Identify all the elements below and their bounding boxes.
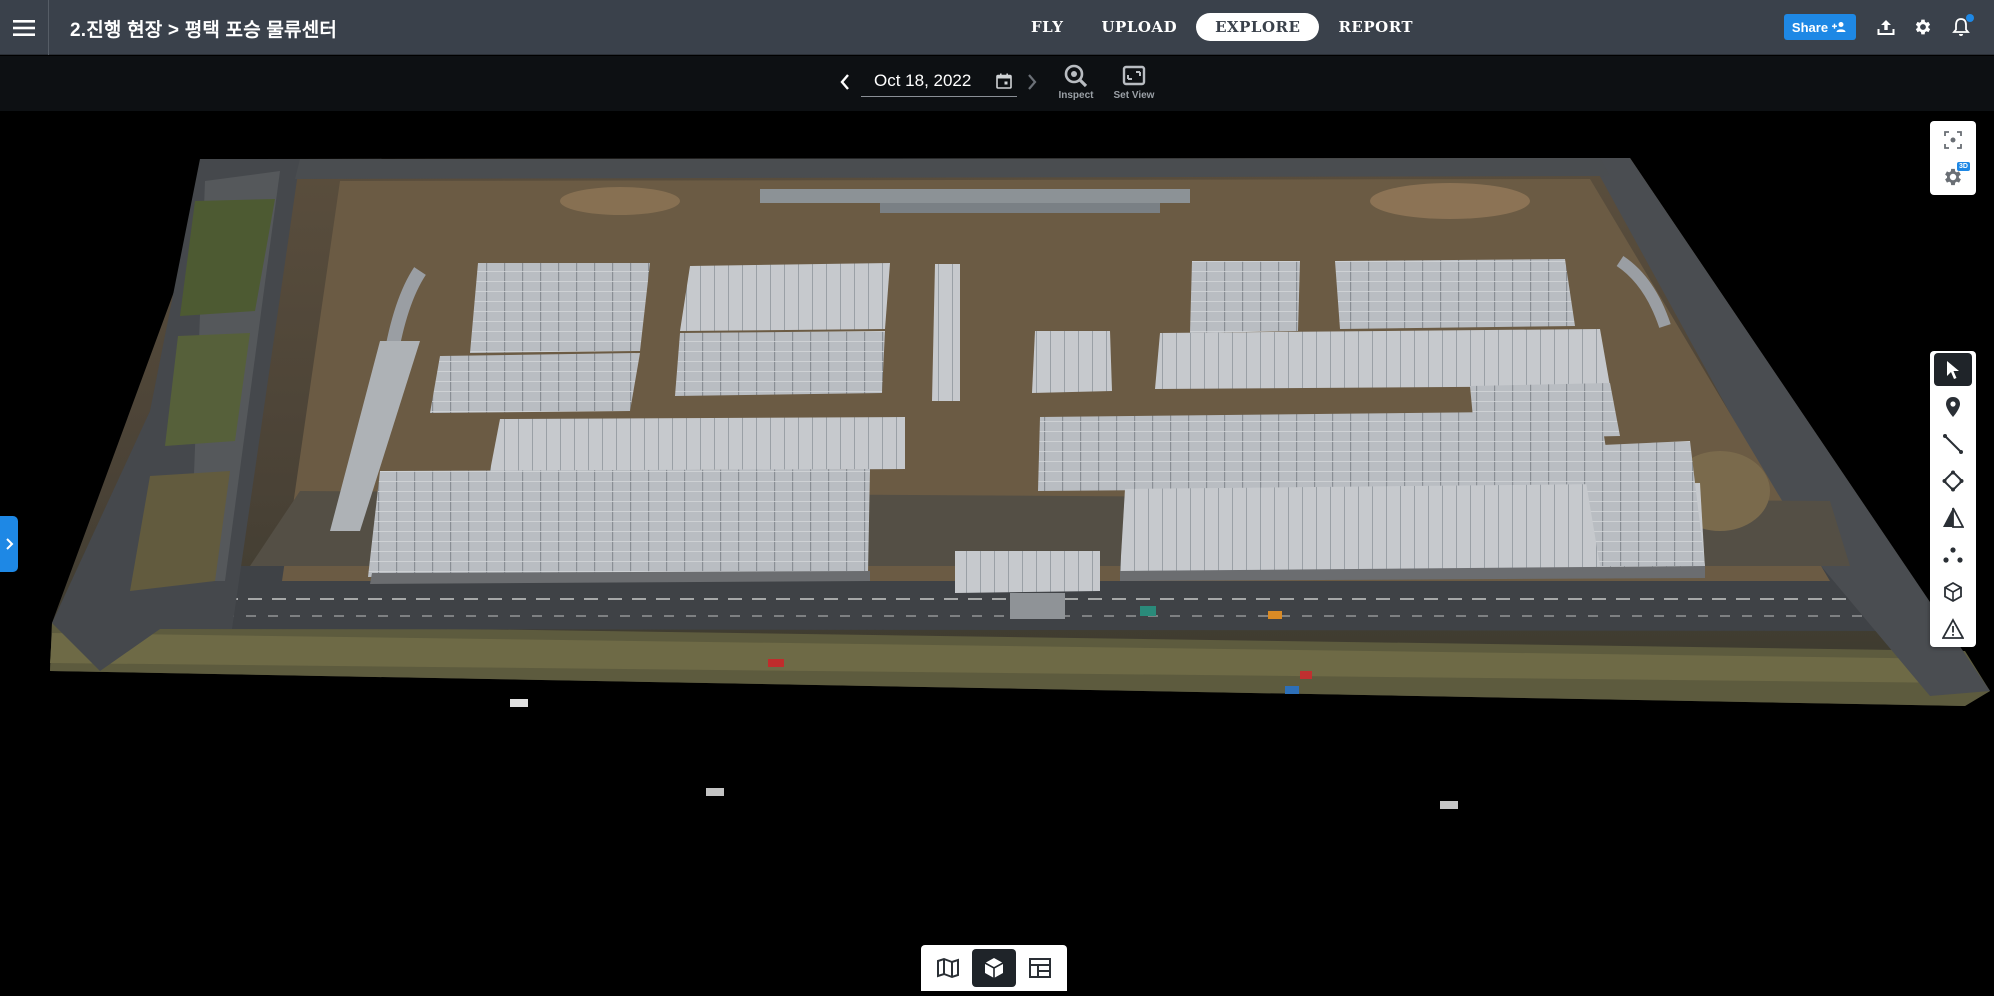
add-people-icon <box>1832 22 1846 32</box>
inspect-label: Inspect <box>1058 90 1094 101</box>
set-view-label: Set View <box>1113 90 1155 101</box>
aerial-site-model-image[interactable] <box>0 111 1994 991</box>
breadcrumb[interactable]: 2.진행 현장 > 평택 포승 물류센터 <box>70 15 337 42</box>
settings-3d-icon[interactable]: 3D <box>1930 158 1976 195</box>
nav-report[interactable]: REPORT <box>1319 13 1432 41</box>
view-tools-panel: 3D <box>1930 121 1976 195</box>
model-viewport[interactable] <box>0 111 1994 991</box>
map-icon[interactable] <box>926 949 970 987</box>
line-measure-icon[interactable] <box>1930 425 1976 462</box>
hamburger-menu-icon[interactable] <box>0 0 49 55</box>
elevation-profile-icon[interactable] <box>1930 499 1976 536</box>
date-picker[interactable]: Oct 18, 2022 <box>861 65 1017 97</box>
annotation-tools-panel <box>1930 351 1976 647</box>
view-mode-switcher <box>921 945 1067 991</box>
volume-cube-icon[interactable] <box>1930 573 1976 610</box>
top-header: 2.진행 현장 > 평택 포승 물류센터 FLY UPLOAD EXPLORE … <box>0 0 1994 55</box>
set-view-tool[interactable]: Set View <box>1109 63 1159 107</box>
nav-explore[interactable]: EXPLORE <box>1196 13 1320 41</box>
expand-panel-tab[interactable] <box>0 516 18 572</box>
layout-compare-icon[interactable] <box>1018 949 1062 987</box>
location-pin-icon[interactable] <box>1930 388 1976 425</box>
nav-upload[interactable]: UPLOAD <box>1082 13 1196 41</box>
warning-icon[interactable] <box>1930 610 1976 647</box>
3d-model-icon[interactable] <box>972 949 1016 987</box>
main-nav: FLY UPLOAD EXPLORE REPORT <box>1012 12 1432 42</box>
focus-frame-icon[interactable] <box>1930 121 1976 158</box>
share-button[interactable]: Share <box>1784 14 1856 40</box>
nav-fly[interactable]: FLY <box>1012 13 1082 41</box>
chevron-right-icon[interactable] <box>1023 71 1041 93</box>
set-view-icon <box>1122 65 1146 86</box>
inspect-tool[interactable]: Inspect <box>1051 63 1101 107</box>
date-value: Oct 18, 2022 <box>874 71 972 90</box>
polygon-area-icon[interactable] <box>1930 462 1976 499</box>
badge-3d: 3D <box>1957 162 1970 171</box>
zoom-inspect-icon <box>1064 64 1088 88</box>
calendar-icon[interactable] <box>995 72 1013 90</box>
bell-notification-icon[interactable] <box>1948 14 1974 40</box>
notification-dot <box>1966 14 1974 22</box>
upload-export-icon[interactable] <box>1873 14 1899 40</box>
chevron-right-icon <box>6 538 14 550</box>
chevron-left-icon[interactable] <box>836 71 854 93</box>
select-cursor-icon[interactable] <box>1930 351 1976 388</box>
points-icon[interactable] <box>1930 536 1976 573</box>
gear-icon[interactable] <box>1910 14 1936 40</box>
share-label: Share <box>1791 19 1829 35</box>
